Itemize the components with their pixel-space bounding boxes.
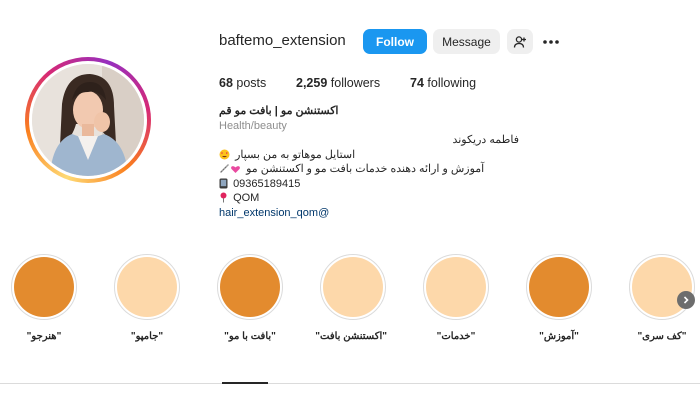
- profile-username: baftemo_extension: [219, 32, 346, 49]
- bio-line-3: آموزش و ارائه دهنده خدمات بافت مو و اکست…: [219, 162, 519, 177]
- highlight-item[interactable]: "اکستنشن بافت": [315, 254, 387, 342]
- bio-category: Health/beauty: [219, 119, 287, 132]
- highlights-next-button[interactable]: [677, 291, 695, 309]
- bio-line-2-text: استایل موهاتو به من بسپار: [235, 148, 356, 161]
- highlight-label: "خدمات": [436, 331, 476, 342]
- avatar-image: [32, 64, 144, 176]
- bio-link[interactable]: hair_extension_qom@: [219, 206, 519, 221]
- highlight-cover: [220, 257, 280, 317]
- bio-location-line: QOM: [219, 191, 519, 206]
- highlight-cover: [529, 257, 589, 317]
- posts-stat: 68 posts: [219, 76, 266, 90]
- highlight-cover-ring: [526, 254, 592, 320]
- bio-phone-line: 09365189415: [219, 177, 519, 192]
- heart-eyes-emoji: [219, 149, 230, 159]
- active-tab-indicator: [222, 382, 268, 384]
- highlight-item[interactable]: "جامپو": [113, 254, 181, 342]
- bio-line-1: فاطمه دریکوند: [452, 134, 519, 146]
- following-label: following: [427, 76, 477, 90]
- posts-label: posts: [236, 76, 267, 90]
- message-button[interactable]: Message: [433, 29, 500, 54]
- tabs-divider: [0, 383, 700, 384]
- bio-location: QOM: [233, 192, 260, 204]
- chevron-right-icon: [683, 296, 689, 304]
- following-stat[interactable]: 74 following: [410, 76, 476, 90]
- avatar[interactable]: [32, 64, 144, 176]
- bio-line-2: استایل موهاتو به من بسپار: [219, 148, 519, 163]
- followers-stat[interactable]: 2,259 followers: [296, 76, 380, 90]
- highlight-cover: [323, 257, 383, 317]
- highlight-cover-ring: [114, 254, 180, 320]
- highlight-item[interactable]: "هنرجو": [10, 254, 78, 342]
- highlight-cover-ring: [217, 254, 283, 320]
- profile-page: baftemo_extension Follow Message 68 post…: [0, 0, 700, 400]
- highlight-label: "هنرجو": [26, 331, 62, 342]
- highlight-label: "جامپو": [130, 331, 164, 342]
- posts-count: 68: [219, 76, 233, 90]
- highlight-label: "آموزش": [539, 331, 579, 342]
- add-user-icon: [513, 35, 526, 48]
- bio-phone: 09365189415: [233, 177, 301, 190]
- highlight-cover-ring: [320, 254, 386, 320]
- highlight-label: "بافت با مو": [224, 331, 276, 342]
- highlight-cover-ring: [11, 254, 77, 320]
- followers-label: followers: [330, 76, 381, 90]
- highlight-cover: [426, 257, 486, 317]
- followers-count: 2,259: [296, 76, 328, 90]
- highlight-cover-ring: [423, 254, 489, 320]
- more-options-button[interactable]: [539, 29, 563, 54]
- bio-full-name: اکستنشن مو | بافت مو قم: [219, 105, 339, 117]
- suggest-users-button[interactable]: [507, 29, 533, 54]
- mobile-phone-icon: [219, 178, 228, 188]
- comb-and-heart-emoji: [220, 164, 240, 173]
- following-count: 74: [410, 76, 424, 90]
- highlight-label: "کف سری": [637, 331, 687, 342]
- highlight-label: "اکستنشن بافت": [315, 331, 387, 342]
- bio-line-3-text: آموزش و ارائه دهنده خدمات بافت مو و اکست…: [246, 163, 485, 175]
- avatar-border: [29, 61, 147, 179]
- highlight-item[interactable]: "بافت با مو": [216, 254, 284, 342]
- profile-avatar-story-ring[interactable]: [25, 57, 151, 183]
- more-horizontal-icon: [543, 39, 559, 44]
- follow-button[interactable]: Follow: [363, 29, 427, 54]
- highlight-cover: [117, 257, 177, 317]
- highlight-item[interactable]: "خدمات": [422, 254, 490, 342]
- profile-bio: اکستنشن مو | بافت مو قم Health/beauty فا…: [219, 104, 519, 220]
- highlight-cover-ring: [629, 254, 695, 320]
- highlight-cover: [14, 257, 74, 317]
- highlight-item[interactable]: "آموزش": [525, 254, 593, 342]
- pushpin-icon: [220, 192, 227, 203]
